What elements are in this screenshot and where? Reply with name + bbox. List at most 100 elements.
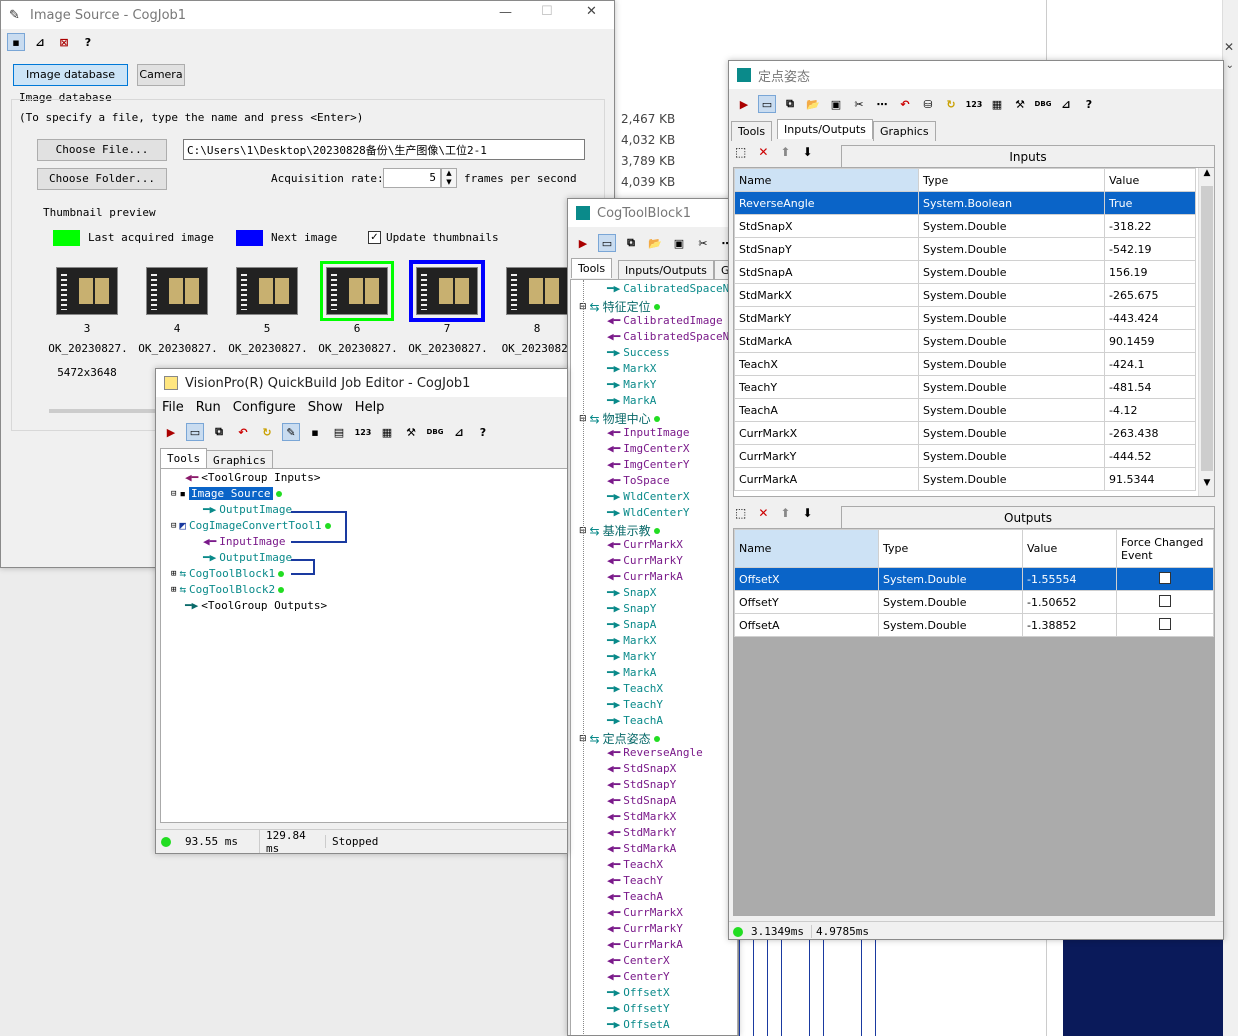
menu-file[interactable]: File bbox=[162, 400, 184, 415]
display-icon[interactable]: ▭ bbox=[186, 423, 204, 441]
tree-input-pin[interactable]: ◀━ StdMarkY bbox=[607, 826, 676, 839]
table-row[interactable]: OffsetA System.Double -1.38852 bbox=[734, 613, 1214, 637]
display-icon[interactable]: ▭ bbox=[758, 95, 776, 113]
tree-output-pin[interactable]: ━▶ MarkX bbox=[607, 362, 656, 375]
cell-value[interactable]: 90.1459 bbox=[1104, 329, 1196, 353]
tree-input-pin[interactable]: ◀━ StdSnapA bbox=[607, 794, 676, 807]
table-row[interactable]: StdMarkX System.Double -265.675 bbox=[734, 283, 1196, 307]
tree-output-pin[interactable]: ━▶ SnapA bbox=[607, 618, 656, 631]
tree-input-pin[interactable]: ◀━ ToSpace bbox=[607, 474, 670, 487]
table-row[interactable]: StdMarkA System.Double 90.1459 bbox=[734, 329, 1196, 353]
menu-configure[interactable]: Configure bbox=[233, 400, 296, 415]
save-icon[interactable]: ▣ bbox=[670, 234, 688, 252]
chevron-down-icon[interactable]: ⌄ bbox=[1226, 60, 1234, 71]
col-force-changed[interactable]: Force Changed Event bbox=[1116, 529, 1214, 568]
col-type[interactable]: Type bbox=[878, 529, 1023, 568]
loop-icon[interactable]: ↻ bbox=[942, 95, 960, 113]
col-value[interactable]: Value bbox=[1104, 168, 1196, 192]
tree-input-pin[interactable]: ◀━ CurrMarkA bbox=[607, 570, 683, 583]
table-row[interactable]: ReverseAngle System.Boolean True bbox=[734, 191, 1196, 215]
cell-value[interactable]: 91.5344 bbox=[1104, 467, 1196, 491]
toolblock-titlebar[interactable]: CogToolBlock1 bbox=[568, 199, 738, 227]
menu-help[interactable]: Help bbox=[355, 400, 385, 415]
tree-input-pin[interactable]: ◀━ CurrMarkY bbox=[607, 922, 683, 935]
copy-icon[interactable]: ⧉ bbox=[781, 95, 799, 113]
tree-input-pin[interactable]: ◀━ CurrMarkA bbox=[607, 938, 683, 951]
tab-graphics[interactable]: Graphics bbox=[873, 121, 936, 141]
tree-output-pin[interactable]: ━▶ OffsetX bbox=[607, 986, 670, 999]
collapse-icon[interactable]: ⊟ bbox=[171, 521, 176, 531]
tree-input-pin[interactable]: ◀━ CurrMarkX bbox=[607, 538, 683, 551]
table-row[interactable]: OffsetX System.Double -1.55554 bbox=[734, 567, 1214, 591]
add-icon[interactable]: ⬚ bbox=[735, 506, 746, 520]
bg-scrollbar[interactable] bbox=[1222, 0, 1238, 1036]
tree-input-pin[interactable]: ◀━ InputImage bbox=[607, 426, 689, 439]
more-icon[interactable]: ⋯ bbox=[873, 95, 891, 113]
tree-output-pin[interactable]: ━▶ TeachA bbox=[607, 714, 663, 727]
tree-output-pin[interactable]: ━▶ CalibratedSpaceN bbox=[607, 282, 729, 295]
reset-icon[interactable]: ↶ bbox=[234, 423, 252, 441]
cell-value[interactable]: -318.22 bbox=[1104, 214, 1196, 238]
choose-folder-button[interactable]: Choose Folder... bbox=[37, 168, 167, 190]
table-row[interactable]: StdSnapY System.Double -542.19 bbox=[734, 237, 1196, 261]
number-icon[interactable]: 123 bbox=[965, 95, 983, 113]
cut-icon[interactable]: ✂ bbox=[694, 234, 712, 252]
run-icon[interactable]: ▶ bbox=[162, 423, 180, 441]
settings-icon[interactable]: ⊿ bbox=[31, 33, 49, 51]
tools-icon[interactable]: ⚒ bbox=[1011, 95, 1029, 113]
tab-tools[interactable]: Tools bbox=[571, 258, 613, 278]
thumbnail-image[interactable] bbox=[409, 260, 485, 322]
camera-icon[interactable]: ▪ bbox=[306, 423, 324, 441]
tree-tool-node[interactable]: ⊟ ⇆ 特征定位 bbox=[579, 298, 660, 315]
tree-output-pin[interactable]: ━▶ MarkA bbox=[607, 666, 656, 679]
copy-icon[interactable]: ⧉ bbox=[622, 234, 640, 252]
reset-icon[interactable]: ↶ bbox=[896, 95, 914, 113]
move-up-icon[interactable]: ⬆ bbox=[780, 145, 790, 159]
tree-output-pin[interactable]: ━▶ OffsetY bbox=[607, 1002, 670, 1015]
tree-input-pin[interactable]: ◀━ CalibratedSpaceN bbox=[607, 330, 729, 343]
table-row[interactable]: TeachA System.Double -4.12 bbox=[734, 398, 1196, 422]
tab-image-database[interactable]: Image database bbox=[13, 64, 128, 86]
tab-tools[interactable]: Tools bbox=[731, 121, 773, 141]
job-editor-titlebar[interactable]: VisionPro(R) QuickBuild Job Editor - Cog… bbox=[156, 369, 567, 397]
settings-icon[interactable]: ⊿ bbox=[1057, 95, 1075, 113]
run-icon[interactable]: ▶ bbox=[574, 234, 592, 252]
close-icon[interactable]: ✕ bbox=[1224, 40, 1234, 54]
path-input[interactable]: C:\Users\1\Desktop\20230828备份\生产图像\工位2-1 bbox=[183, 139, 585, 160]
update-thumbnails-checkbox[interactable]: ✓ bbox=[368, 231, 381, 244]
tree-input-pin[interactable]: ◀━ ReverseAngle bbox=[607, 746, 703, 759]
acq-rate-input[interactable]: 5 bbox=[383, 168, 441, 188]
tree-input-pin[interactable]: ◀━ ImgCenterX bbox=[607, 442, 689, 455]
tree-input-pin[interactable]: ◀━ StdSnapY bbox=[607, 778, 676, 791]
move-down-icon[interactable]: ⬇ bbox=[802, 145, 812, 159]
tree-input-pin[interactable]: ◀━ TeachX bbox=[607, 858, 663, 871]
save-icon[interactable]: ▣ bbox=[827, 95, 845, 113]
menu-show[interactable]: Show bbox=[308, 400, 343, 415]
cell-value[interactable]: 156.19 bbox=[1104, 260, 1196, 284]
table-row[interactable]: OffsetY System.Double -1.50652 bbox=[734, 590, 1214, 614]
tree-toolblock1[interactable]: CogToolBlock1 bbox=[189, 567, 275, 580]
tree-tool-node[interactable]: ⊟ ⇆ 物理中心 bbox=[579, 410, 660, 427]
col-type[interactable]: Type bbox=[918, 168, 1105, 192]
tree-output-pin[interactable]: ━▶ SnapX bbox=[607, 586, 656, 599]
run-icon[interactable]: ▶ bbox=[735, 95, 753, 113]
table-row[interactable]: TeachY System.Double -481.54 bbox=[734, 375, 1196, 399]
expand-icon[interactable]: ⊞ bbox=[171, 569, 176, 579]
thumbnail-image[interactable] bbox=[506, 267, 568, 315]
tree-output-pin[interactable]: ━▶ WldCenterX bbox=[607, 490, 689, 503]
debug-icon[interactable]: DBG bbox=[426, 423, 444, 441]
force-changed-checkbox[interactable] bbox=[1159, 594, 1171, 607]
tree-input-pin[interactable]: ◀━ TeachA bbox=[607, 890, 663, 903]
choose-file-button[interactable]: Choose File... bbox=[37, 139, 167, 161]
spinner-arrows[interactable]: ▲ ▼ bbox=[441, 168, 457, 188]
col-value[interactable]: Value bbox=[1022, 529, 1117, 568]
pin-input-image[interactable]: InputImage bbox=[219, 535, 285, 548]
cell-value[interactable]: -265.675 bbox=[1104, 283, 1196, 307]
collapse-icon[interactable]: ⊟ bbox=[171, 489, 176, 499]
delete-icon[interactable]: ✕ bbox=[758, 506, 768, 520]
force-changed-checkbox[interactable] bbox=[1159, 617, 1171, 630]
cut-icon[interactable]: ✂ bbox=[850, 95, 868, 113]
cell-value[interactable]: True bbox=[1104, 191, 1196, 215]
menu-run[interactable]: Run bbox=[196, 400, 221, 415]
tree-input-pin[interactable]: ◀━ StdSnapX bbox=[607, 762, 676, 775]
